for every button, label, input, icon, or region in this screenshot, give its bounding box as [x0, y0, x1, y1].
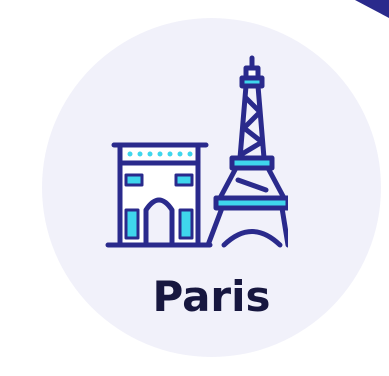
- city-name-label: Paris: [152, 272, 271, 321]
- page: lu e.: [0, 0, 389, 376]
- arc-de-triomphe-icon: [105, 142, 213, 248]
- paris-landmarks-icon: [105, 55, 288, 248]
- eiffel-tower-icon: [205, 55, 288, 248]
